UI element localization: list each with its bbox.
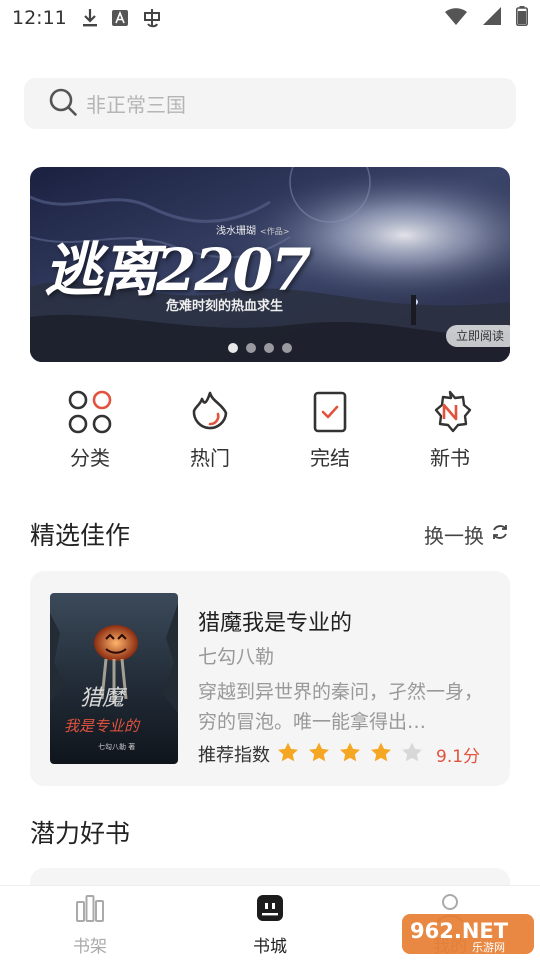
shortcut-label: 新书 (430, 446, 470, 470)
potential-section-title: 潜力好书 (30, 819, 131, 848)
star-filled-icon (369, 741, 393, 767)
app-a-icon (111, 9, 129, 27)
banner-subtitle: 危难时刻的热血求生 (166, 299, 284, 314)
search-icon (48, 87, 78, 121)
featured-section-title: 精选佳作 (30, 521, 131, 550)
fire-icon (188, 390, 232, 434)
cover-title-sub: 我是专业的 (64, 717, 141, 735)
refresh-button[interactable]: 换一换 (424, 520, 510, 549)
tab-bookshelf[interactable]: 书架 (0, 886, 180, 960)
featured-book-card[interactable]: 猎魔 我是专业的 七勾八勒 著 猎魔我是专业的 七勾八勒 穿越到异世界的秦问，孑… (30, 571, 510, 786)
cover-title-main: 猎魔 (80, 686, 128, 711)
banner-dot[interactable] (282, 343, 292, 353)
search-placeholder: 非正常三国 (86, 93, 186, 117)
banner-dot[interactable] (228, 343, 238, 353)
bookstore-icon (254, 892, 286, 928)
star-rating (276, 741, 424, 767)
site-watermark: 962.NET 乐游网 (402, 908, 534, 956)
new-book-icon (428, 390, 472, 434)
promo-banner[interactable]: 浅水珊瑚 <作品> 逃离2207 危难时刻的热血求生 立即阅读 (30, 167, 510, 362)
refresh-icon (490, 522, 510, 547)
rating-score: 9.1分 (436, 746, 481, 767)
book-description: 穿越到异世界的秦问，孑然一身，穷的冒泡。唯一能拿得出… (198, 681, 484, 733)
wifi-icon (444, 6, 468, 31)
download-icon (81, 8, 99, 28)
category-icon (68, 390, 112, 434)
shortcut-label: 完结 (310, 446, 350, 470)
shortcut-new[interactable]: 新书 (405, 390, 495, 476)
search-bar[interactable]: 非正常三国 (24, 78, 516, 129)
tab-bookstore[interactable]: 书城 (180, 886, 360, 960)
shortcut-label: 分类 (70, 446, 110, 470)
banner-read-button[interactable]: 立即阅读 (445, 325, 510, 347)
shortcut-label: 热门 (190, 446, 230, 470)
shortcut-category[interactable]: 分类 (45, 390, 135, 476)
refresh-label: 换一换 (424, 524, 484, 548)
category-shortcuts: 分类 热门 完结 新书 (30, 390, 510, 476)
star-filled-icon (307, 741, 331, 767)
status-bar: 12:11 (0, 0, 540, 36)
banner-pagination (228, 343, 292, 353)
star-filled-icon (338, 741, 362, 767)
completed-icon (308, 390, 352, 434)
book-title[interactable]: 猎魔我是专业的 (198, 605, 352, 637)
banner-dot[interactable] (264, 343, 274, 353)
star-filled-icon (276, 741, 300, 767)
signal-icon (482, 6, 502, 31)
cover-author: 七勾八勒 著 (98, 742, 135, 751)
bookshelf-icon (74, 892, 106, 928)
battery-icon (516, 5, 528, 31)
bug-icon (141, 7, 163, 29)
star-empty-icon (400, 741, 424, 767)
tab-label: 书城 (253, 937, 287, 957)
shortcut-completed[interactable]: 完结 (285, 390, 375, 476)
book-author[interactable]: 七勾八勒 (198, 642, 274, 669)
rating-label: 推荐指数 (198, 745, 270, 766)
tab-label: 书架 (73, 937, 107, 957)
shortcut-hot[interactable]: 热门 (165, 390, 255, 476)
banner-dot[interactable] (246, 343, 256, 353)
watermark-subtext: 乐游网 (472, 941, 505, 954)
status-time: 12:11 (12, 7, 67, 29)
book-cover[interactable]: 猎魔 我是专业的 七勾八勒 著 (50, 593, 178, 764)
watermark-text: 962.NET (410, 919, 509, 943)
rating-row: 推荐指数 9.1分 (198, 741, 480, 767)
